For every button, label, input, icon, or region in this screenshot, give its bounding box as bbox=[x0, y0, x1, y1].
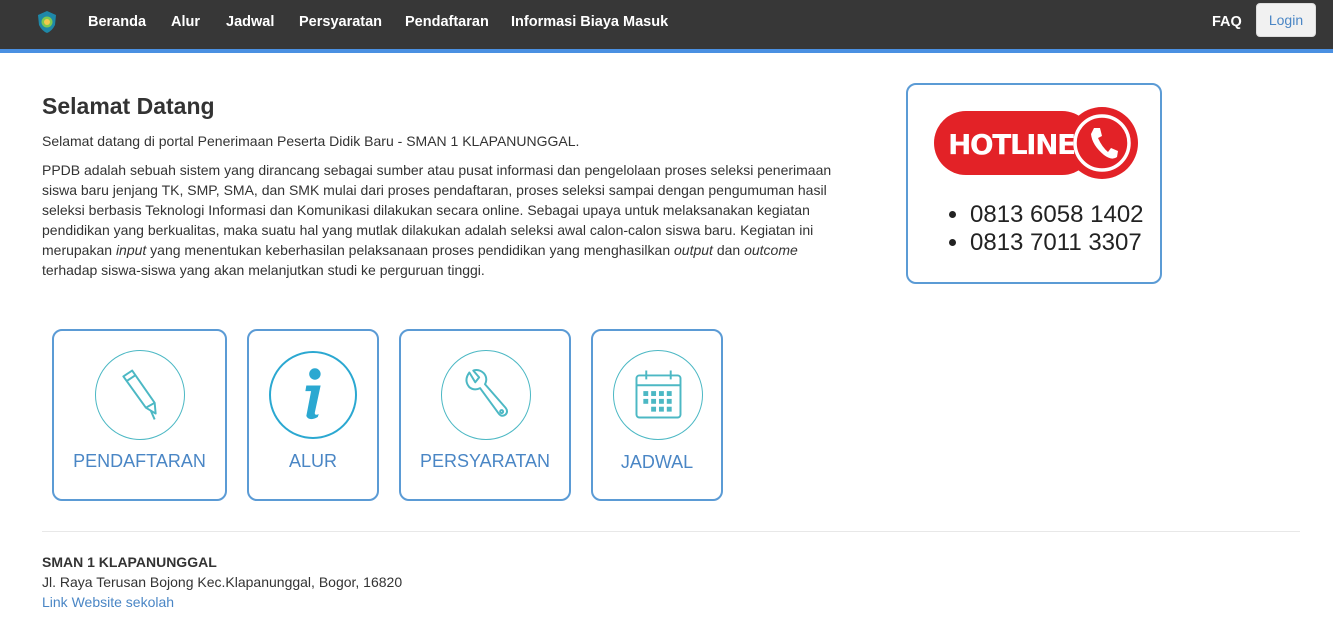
card-label: PERSYARATAN bbox=[419, 451, 551, 471]
nav-faq[interactable]: FAQ bbox=[1212, 13, 1242, 31]
hotline-badge-text: HOTLINE bbox=[948, 128, 1075, 161]
welcome-title: Selamat Datang bbox=[42, 93, 215, 119]
hotline-badge: HOTLINE bbox=[934, 107, 1138, 179]
nav-beranda[interactable]: Beranda bbox=[88, 13, 146, 31]
card-label: ALUR bbox=[288, 451, 337, 471]
card-label: JADWAL bbox=[620, 452, 694, 472]
welcome-description: PPDB adalah sebuah sistem yang dirancang… bbox=[42, 162, 832, 278]
nav-pendaftaran[interactable]: Pendaftaran bbox=[405, 13, 489, 31]
wrench-icon bbox=[441, 350, 531, 440]
welcome-intro: Selamat datang di portal Penerimaan Pese… bbox=[42, 133, 580, 149]
info-icon bbox=[269, 351, 357, 439]
hotline-number: 0813 6058 1402 bbox=[970, 201, 1144, 229]
footer-divider bbox=[42, 531, 1300, 532]
nav-persyaratan[interactable]: Persyaratan bbox=[299, 13, 382, 31]
card-jadwal[interactable]: JADWAL bbox=[591, 329, 723, 501]
footer-school-website-link[interactable]: Link Website sekolah bbox=[42, 594, 174, 610]
footer-school-name: SMAN 1 KLAPANUNGGAL bbox=[42, 554, 217, 570]
pen-icon bbox=[95, 350, 185, 440]
top-navbar: Beranda Alur Jadwal Persyaratan Pendafta… bbox=[0, 0, 1333, 49]
card-persyaratan[interactable]: PERSYARATAN bbox=[399, 329, 571, 501]
navbar-accent-line bbox=[0, 49, 1333, 53]
hotline-number: 0813 7011 3307 bbox=[970, 229, 1144, 257]
nav-jadwal[interactable]: Jadwal bbox=[226, 13, 274, 31]
card-pendaftaran[interactable]: PENDAFTARAN bbox=[52, 329, 227, 501]
footer-address: Jl. Raya Terusan Bojong Kec.Klapanunggal… bbox=[42, 574, 403, 590]
school-emblem-icon[interactable] bbox=[36, 10, 58, 34]
nav-alur[interactable]: Alur bbox=[171, 13, 200, 31]
hotline-numbers: 0813 6058 1402 0813 7011 3307 bbox=[944, 201, 1144, 257]
login-button[interactable]: Login bbox=[1256, 3, 1316, 37]
nav-informasi-biaya-masuk[interactable]: Informasi Biaya Masuk bbox=[511, 13, 668, 31]
card-label: PENDAFTARAN bbox=[73, 451, 206, 471]
calendar-icon bbox=[613, 350, 703, 440]
hotline-panel: HOTLINE 0813 6058 1402 0813 7011 3307 bbox=[906, 83, 1162, 284]
card-alur[interactable]: ALUR bbox=[247, 329, 379, 501]
